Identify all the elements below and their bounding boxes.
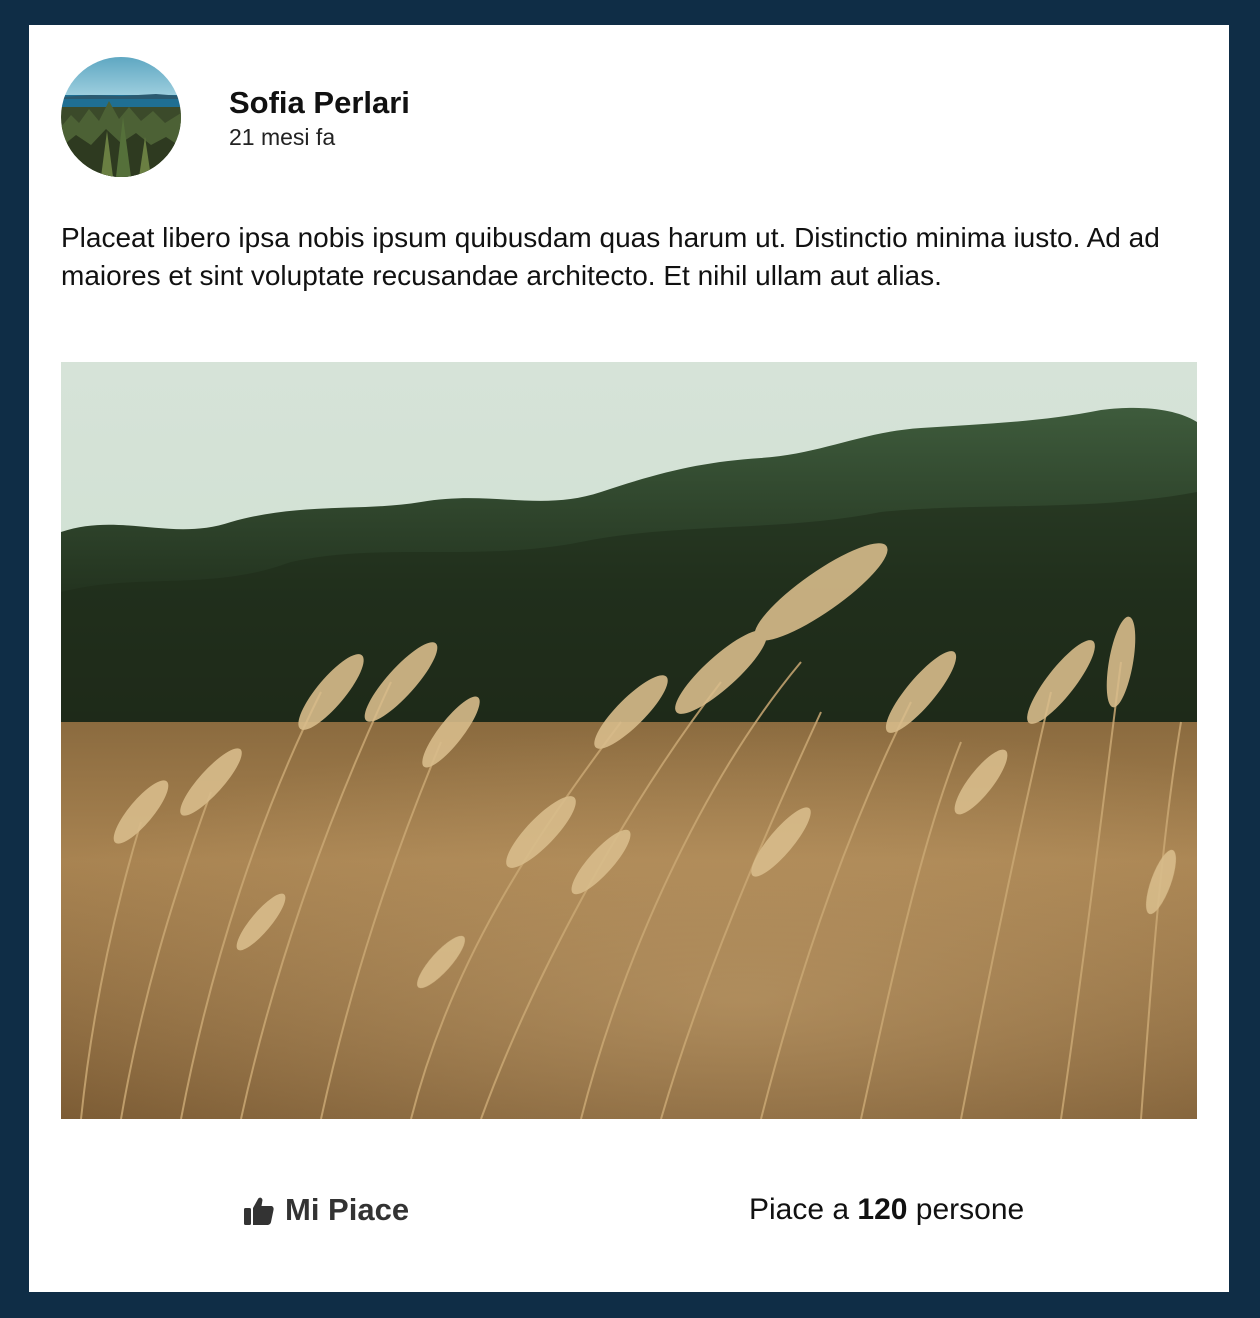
- like-button-label: Mi Piace: [285, 1192, 410, 1227]
- post-timestamp: 21 mesi fa: [229, 123, 336, 150]
- post-text: Placeat libero ipsa nobis ipsum quibusda…: [61, 222, 1160, 291]
- post-header: Sofia Perlari 21 mesi fa: [61, 57, 410, 177]
- likes-suffix: persone: [907, 1193, 1025, 1226]
- thumbs-up-icon: [243, 1194, 275, 1226]
- avatar-image: [61, 57, 181, 177]
- likes-count: 120: [857, 1193, 908, 1226]
- post-meta: Sofia Perlari 21 mesi fa: [229, 84, 410, 151]
- like-button[interactable]: Mi Piace: [243, 1190, 409, 1230]
- likes-prefix: Piace a: [749, 1193, 858, 1226]
- wheat-field-image: [61, 362, 1197, 1119]
- post-actions: Mi Piace Piace a 120 persone: [29, 1180, 1229, 1240]
- post-image[interactable]: [61, 362, 1197, 1119]
- author-name[interactable]: Sofia Perlari: [229, 84, 410, 122]
- avatar[interactable]: [61, 57, 181, 177]
- post-card: Sofia Perlari 21 mesi fa Placeat libero …: [29, 25, 1229, 1292]
- likes-summary: Piace a 120 persone: [749, 1190, 1024, 1230]
